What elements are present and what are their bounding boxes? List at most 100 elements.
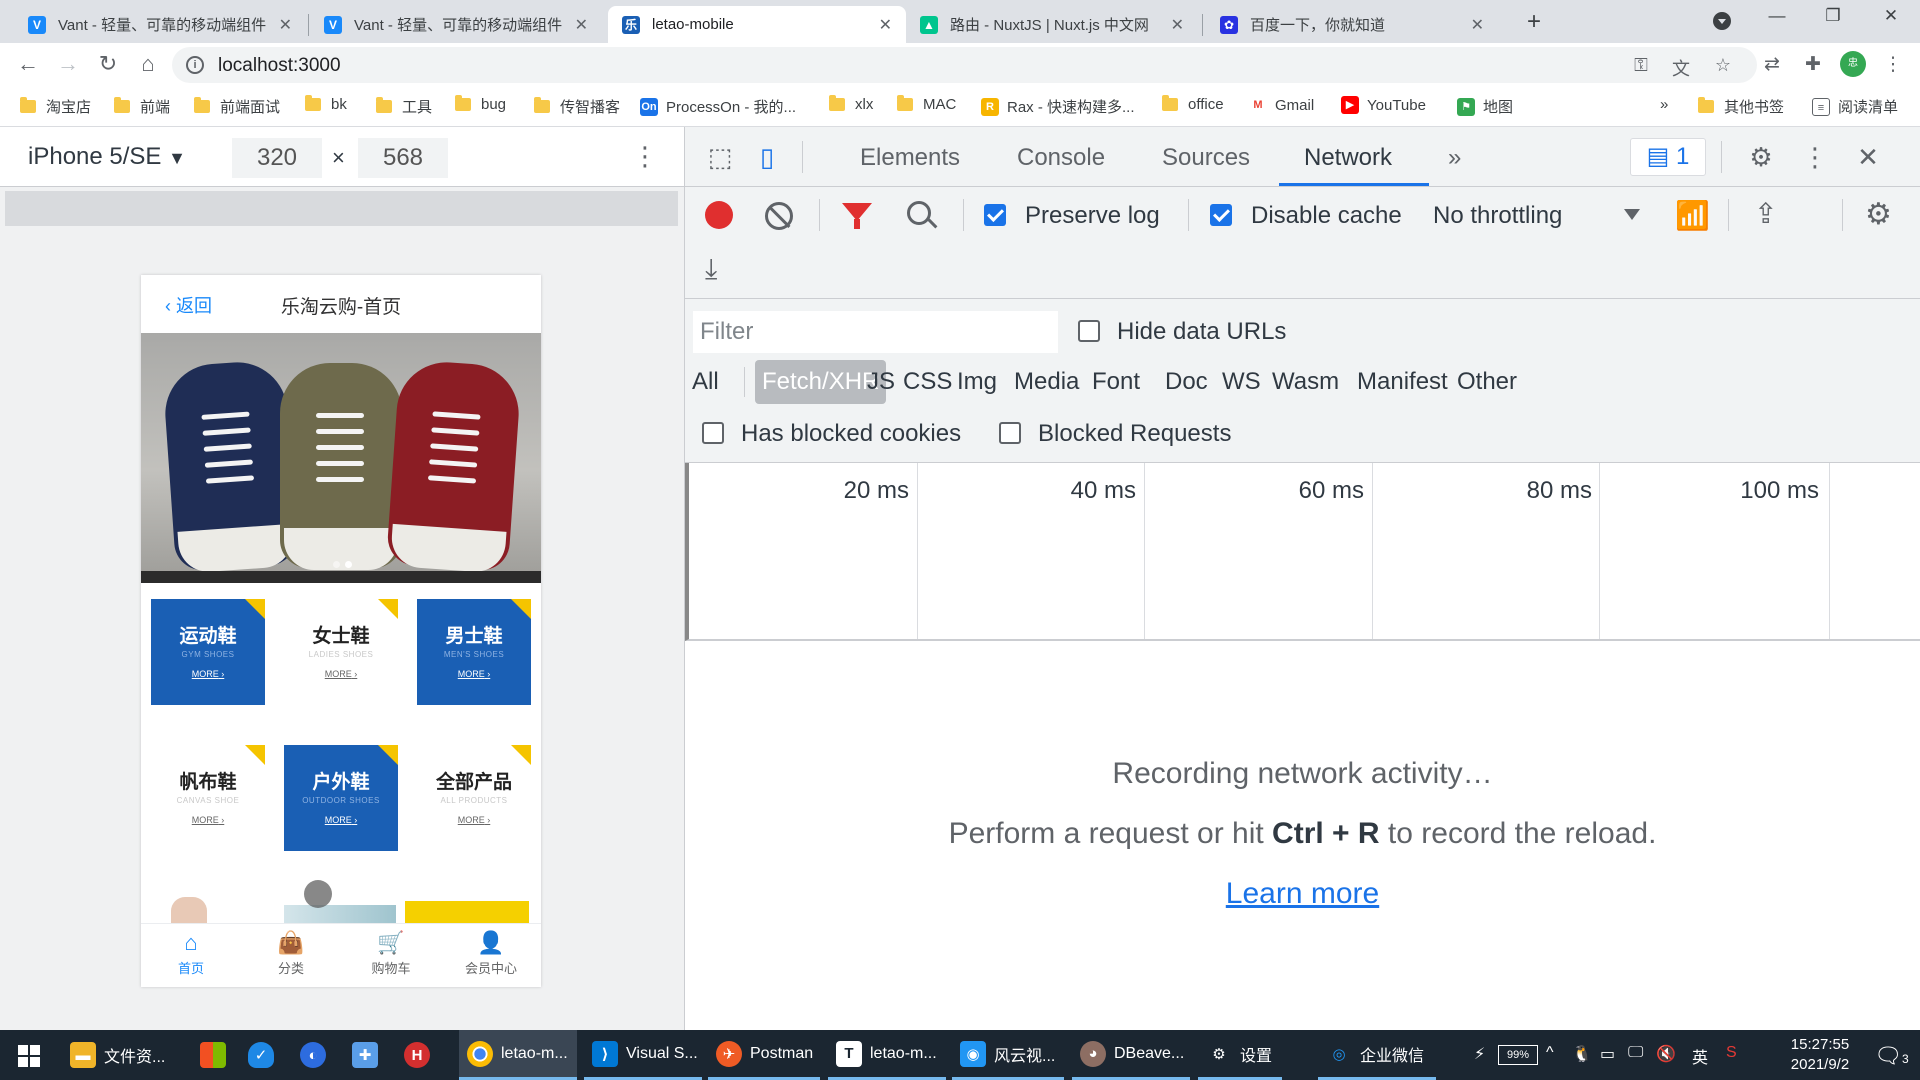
media-query-bar[interactable] [5, 191, 678, 226]
address-bar[interactable]: i localhost:3000 ⚿ 文 ☆ [172, 47, 1757, 83]
network-overview-timeline[interactable]: 20 ms 40 ms 60 ms 80 ms 100 ms [685, 463, 1920, 641]
back-arrow-icon[interactable]: ← [14, 51, 42, 77]
carousel-dot[interactable] [333, 561, 340, 568]
device-more-icon[interactable]: ⋮ [632, 141, 658, 172]
bookmark-folder[interactable]: office [1162, 95, 1224, 113]
taskbar-item-hbuilder[interactable]: H [396, 1030, 438, 1080]
browser-tab-active[interactable]: 乐 letao-mobile ✕ [608, 6, 906, 43]
browser-menu-icon[interactable]: ⋮ [1880, 53, 1906, 76]
new-tab-button[interactable]: + [1520, 8, 1548, 36]
taskbar-item-postman[interactable]: ✈ Postman [708, 1030, 820, 1080]
translate-icon[interactable]: 文 [1670, 55, 1692, 81]
tab-network[interactable]: Network [1304, 144, 1392, 172]
bookmark-site[interactable]: On ProcessOn - 我的... [640, 96, 796, 117]
category-card[interactable]: 帆布鞋 CANVAS SHOE MORE › [151, 745, 265, 851]
bookmark-star-icon[interactable]: ☆ [1712, 55, 1734, 76]
key-icon[interactable]: ⚿ [1630, 55, 1652, 76]
taskbar-item-security[interactable]: ✓ [240, 1030, 282, 1080]
inspect-element-icon[interactable]: ⬚ [704, 142, 736, 173]
tabbar-item-category[interactable]: 👜 分类 [241, 930, 341, 977]
taskbar-item-vscode[interactable]: ⟩ Visual S... [584, 1030, 702, 1080]
type-filter-all[interactable]: All [685, 360, 726, 404]
close-icon[interactable]: ✕ [575, 15, 588, 35]
taskbar-item-wecom[interactable]: ◎ 企业微信 [1318, 1030, 1436, 1080]
bookmark-folder[interactable]: 前端面试 [194, 96, 280, 117]
throttling-select[interactable]: No throttling [1433, 202, 1562, 230]
taskbar-item-store[interactable] [192, 1030, 234, 1080]
preserve-log-checkbox[interactable] [984, 204, 1006, 226]
extension-sync-icon[interactable]: ⇄ [1759, 53, 1785, 76]
notification-center-icon[interactable]: 🗨3 [1874, 1043, 1909, 1069]
category-card[interactable]: 户外鞋 OUTDOOR SHOES MORE › [284, 745, 398, 851]
type-filter-doc[interactable]: Doc [1158, 360, 1215, 404]
close-devtools-icon[interactable]: ✕ [1852, 142, 1884, 173]
taskbar-item-chrome[interactable]: letao-m... [459, 1030, 577, 1080]
taskbar-item-video[interactable]: ◉ 风云视... [952, 1030, 1064, 1080]
type-filter-media[interactable]: Media [1007, 360, 1086, 404]
category-card[interactable]: 运动鞋 GYM SHOES MORE › [151, 599, 265, 705]
chevron-down-icon[interactable] [1624, 209, 1640, 220]
category-more-link[interactable]: MORE › [151, 815, 265, 825]
url-text[interactable]: localhost:3000 [218, 55, 341, 77]
windows-start-icon[interactable] [18, 1045, 40, 1067]
tabbar-item-home[interactable]: ⌂ 首页 [141, 930, 241, 977]
issues-counter[interactable]: ▤ 1 [1630, 138, 1706, 176]
close-icon[interactable]: ✕ [879, 15, 892, 35]
category-card[interactable]: 全部产品 ALL PRODUCTS MORE › [417, 745, 531, 851]
bookmark-folder[interactable]: xlx [829, 95, 873, 113]
blocked-requests-checkbox[interactable] [999, 422, 1021, 444]
category-more-link[interactable]: MORE › [151, 669, 265, 679]
browser-tab[interactable]: ✿ 百度一下，你就知道 ✕ [1206, 6, 1498, 43]
bookmark-folder[interactable]: 前端 [114, 96, 170, 117]
bookmark-folder[interactable]: 工具 [376, 96, 432, 117]
site-info-icon[interactable]: i [186, 56, 204, 74]
browser-tab[interactable]: V Vant - 轻量、可靠的移动端组件 ✕ [310, 6, 602, 43]
tab-search-icon[interactable] [1713, 12, 1731, 30]
category-more-link[interactable]: MORE › [417, 669, 531, 679]
clear-icon[interactable] [765, 202, 793, 230]
reading-list-button[interactable]: ≡ 阅读清单 [1812, 96, 1898, 117]
forward-arrow-icon[interactable]: → [54, 51, 82, 77]
close-icon[interactable]: ✕ [1471, 15, 1484, 35]
back-button[interactable]: ‹ 返回 [165, 292, 212, 318]
tray-chevron-up-icon[interactable]: ^ [1546, 1044, 1554, 1062]
taskbar-item-browser[interactable]: ◐ [292, 1030, 334, 1080]
browser-tab[interactable]: ▲ 路由 - NuxtJS | Nuxt.js 中文网 ✕ [906, 6, 1198, 43]
taskbar-item-typora[interactable]: Tletao-m... [828, 1030, 946, 1080]
banner-carousel[interactable] [141, 333, 541, 583]
bookmark-site[interactable]: R Rax - 快速构建多... [981, 96, 1135, 117]
taskbar-item-settings[interactable]: ⚙ 设置 [1198, 1030, 1282, 1080]
product-thumbnail[interactable] [171, 897, 207, 923]
bookmark-folder[interactable]: bk [305, 95, 347, 113]
devtools-menu-icon[interactable]: ⋮ [1799, 142, 1831, 173]
more-tabs-button[interactable]: » [1448, 144, 1461, 172]
tab-elements[interactable]: Elements [860, 144, 960, 172]
minimize-icon[interactable]: — [1762, 6, 1792, 26]
network-settings-icon[interactable]: ⚙ [1865, 197, 1892, 232]
sogou-ime-icon[interactable]: S [1726, 1044, 1737, 1062]
power-plug-icon[interactable]: ⚡ [1474, 1044, 1485, 1064]
close-icon[interactable]: ✕ [1171, 15, 1184, 35]
browser-tab[interactable]: V Vant - 轻量、可靠的移动端组件 ✕ [14, 6, 306, 43]
filter-input[interactable]: Filter [693, 311, 1058, 353]
window-close-icon[interactable]: ✕ [1876, 6, 1906, 26]
bookmark-folder[interactable]: 其他书签 [1698, 96, 1784, 117]
taskbar-item-puzzle[interactable]: ✚ [344, 1030, 386, 1080]
taskbar-item-dbeaver[interactable]: ◕ DBeave... [1072, 1030, 1190, 1080]
settings-gear-icon[interactable]: ⚙ [1745, 142, 1777, 173]
bookmark-folder[interactable]: bug [455, 95, 506, 113]
type-filter-img[interactable]: Img [950, 360, 1004, 404]
tabbar-item-member[interactable]: 👤 会员中心 [441, 930, 541, 977]
network-conditions-icon[interactable]: 📶 [1675, 199, 1710, 232]
volume-muted-icon[interactable]: 🔇 [1656, 1044, 1676, 1064]
type-filter-wasm[interactable]: Wasm [1265, 360, 1346, 404]
has-blocked-cookies-checkbox[interactable] [702, 422, 724, 444]
bookmark-site[interactable]: M Gmail [1249, 96, 1314, 114]
search-icon[interactable] [907, 201, 931, 225]
tabbar-item-cart[interactable]: 🛒 购物车 [341, 930, 441, 977]
input-method-indicator[interactable]: 英 [1692, 1044, 1708, 1068]
extensions-puzzle-icon[interactable]: ✚ [1800, 53, 1826, 76]
restore-icon[interactable]: ❐ [1818, 6, 1848, 26]
bookmark-folder[interactable]: MAC [897, 95, 956, 113]
device-toggle-icon[interactable]: ▯ [751, 142, 783, 173]
